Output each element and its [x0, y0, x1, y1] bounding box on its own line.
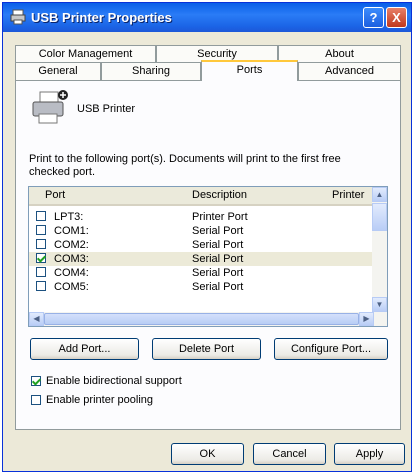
- add-port-button[interactable]: Add Port...: [30, 338, 139, 360]
- port-row[interactable]: COM2: Serial Port: [29, 238, 372, 252]
- vertical-scroll-thumb[interactable]: [372, 203, 387, 231]
- port-description: Printer Port: [192, 211, 248, 223]
- pooling-label[interactable]: Enable printer pooling: [46, 394, 153, 406]
- port-checkbox[interactable]: [36, 225, 46, 235]
- port-name: COM2:: [54, 239, 89, 251]
- port-row[interactable]: COM5: Serial Port: [29, 280, 372, 294]
- pooling-checkbox[interactable]: [31, 395, 41, 405]
- bidirectional-checkbox[interactable]: [31, 376, 41, 386]
- port-row[interactable]: COM1: Serial Port: [29, 224, 372, 238]
- ports-list[interactable]: Port Description Printer LPT3: Printer P…: [28, 186, 388, 327]
- bidirectional-label[interactable]: Enable bidirectional support: [46, 375, 182, 387]
- horizontal-scrollbar[interactable]: ◀ ▶: [29, 312, 387, 326]
- ports-list-header: Port Description Printer: [29, 187, 372, 206]
- scroll-down-icon[interactable]: ▼: [372, 297, 387, 312]
- ports-panel: USB Printer Print to the following port(…: [15, 80, 401, 430]
- vertical-scrollbar[interactable]: ▲ ▼: [372, 187, 387, 312]
- port-checkbox[interactable]: [36, 239, 46, 249]
- tab-ports[interactable]: Ports: [201, 60, 298, 81]
- tab-general[interactable]: General: [15, 62, 101, 81]
- tab-advanced[interactable]: Advanced: [298, 62, 401, 81]
- printer-large-icon: [32, 90, 68, 124]
- port-description: Serial Port: [192, 225, 244, 237]
- port-checkbox-checked[interactable]: [36, 253, 46, 263]
- port-description: Serial Port: [192, 267, 244, 279]
- port-name: COM3:: [54, 253, 89, 265]
- port-row-selected[interactable]: COM3: Serial Port: [29, 252, 372, 266]
- close-button[interactable]: X: [386, 7, 407, 28]
- port-row[interactable]: COM4: Serial Port: [29, 266, 372, 280]
- port-name: COM1:: [54, 225, 89, 237]
- port-description: Serial Port: [192, 281, 244, 293]
- horizontal-scroll-thumb[interactable]: [44, 313, 359, 325]
- scroll-right-icon[interactable]: ▶: [359, 312, 374, 326]
- window-title: USB Printer Properties: [31, 10, 172, 25]
- properties-window: USB Printer Properties ? X Color Managem…: [2, 2, 412, 472]
- scroll-up-icon[interactable]: ▲: [372, 187, 387, 202]
- port-checkbox[interactable]: [36, 211, 46, 221]
- title-bar[interactable]: USB Printer Properties ? X: [3, 3, 411, 32]
- configure-port-button[interactable]: Configure Port...: [274, 338, 388, 360]
- cancel-button[interactable]: Cancel: [253, 443, 326, 465]
- tab-sharing[interactable]: Sharing: [101, 62, 201, 81]
- printer-icon: [10, 9, 26, 25]
- ok-button[interactable]: OK: [171, 443, 244, 465]
- port-checkbox[interactable]: [36, 267, 46, 277]
- ports-description: Print to the following port(s). Document…: [29, 153, 341, 178]
- port-checkbox[interactable]: [36, 281, 46, 291]
- column-port[interactable]: Port: [45, 189, 65, 201]
- scroll-left-icon[interactable]: ◀: [29, 312, 44, 326]
- apply-button[interactable]: Apply: [334, 443, 405, 465]
- delete-port-button[interactable]: Delete Port: [152, 338, 261, 360]
- port-row[interactable]: LPT3: Printer Port: [29, 210, 372, 224]
- help-button[interactable]: ?: [363, 7, 384, 28]
- printer-name: USB Printer: [77, 103, 136, 115]
- column-description[interactable]: Description: [192, 189, 247, 201]
- port-description: Serial Port: [192, 239, 244, 251]
- column-printer[interactable]: Printer: [332, 189, 364, 201]
- port-name: LPT3:: [54, 211, 84, 223]
- port-description: Serial Port: [192, 253, 244, 265]
- port-name: COM4:: [54, 267, 89, 279]
- port-name: COM5:: [54, 281, 89, 293]
